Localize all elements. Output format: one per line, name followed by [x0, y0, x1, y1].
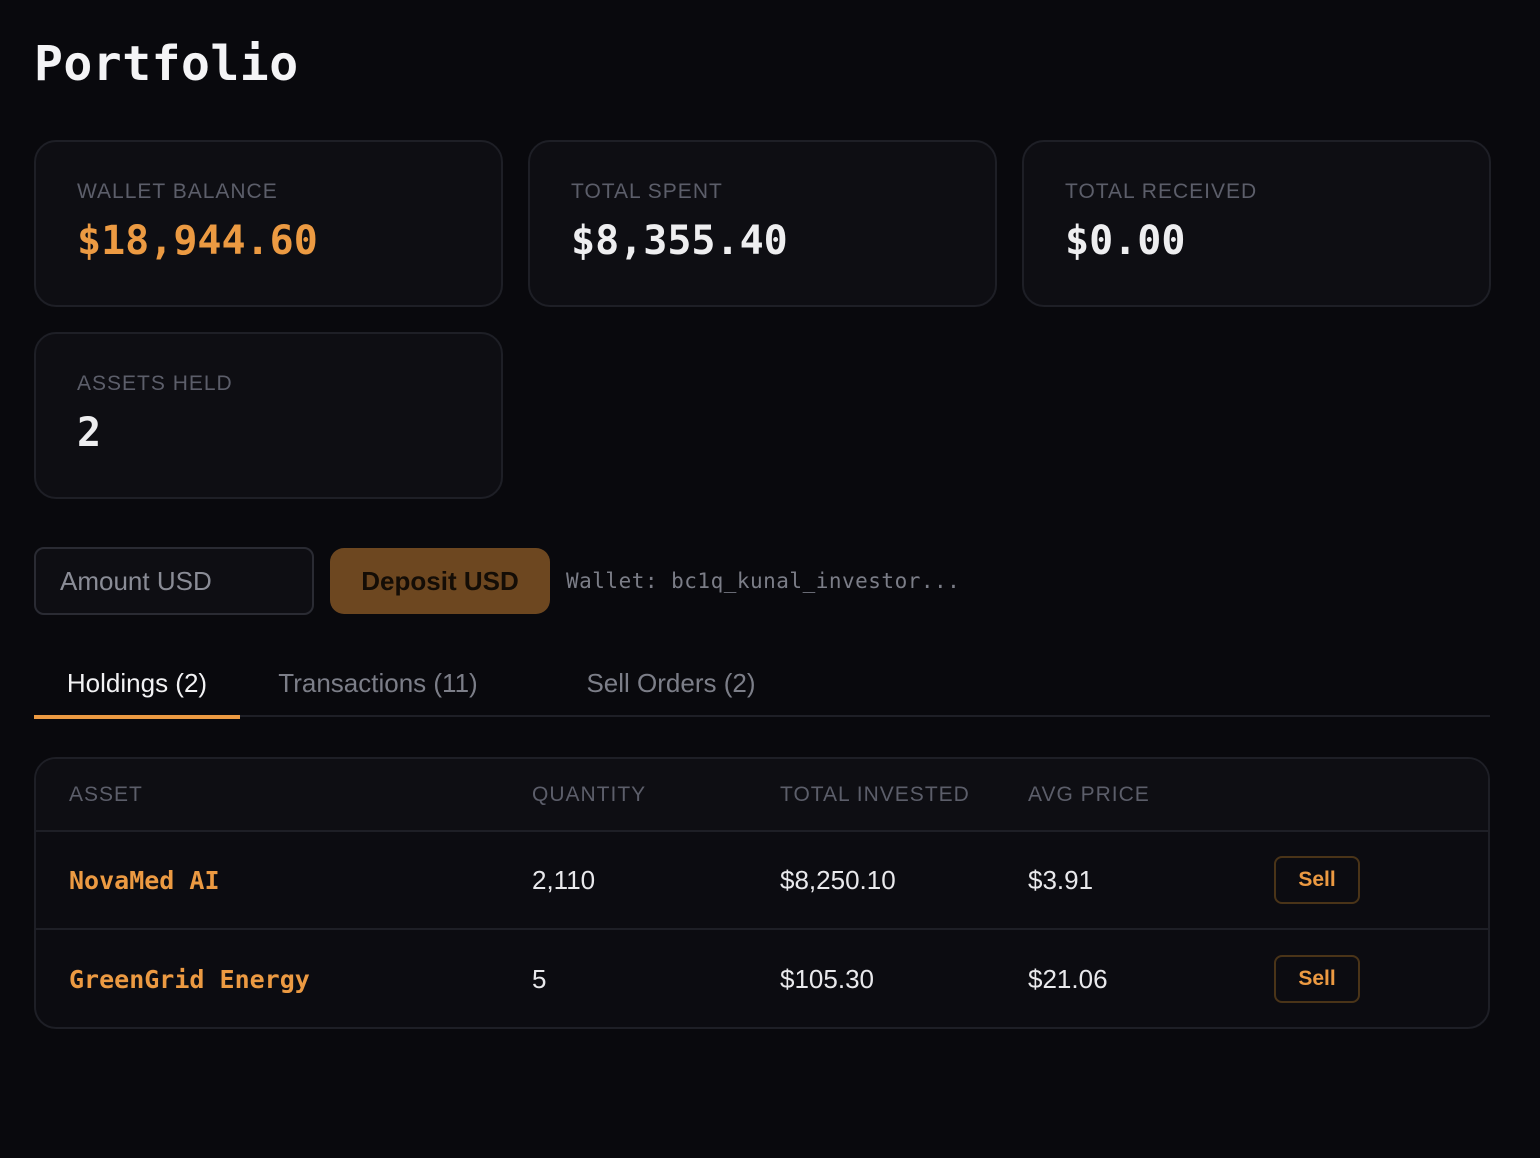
tab-sell-orders[interactable]: Sell Orders (2): [516, 650, 826, 717]
total-spent-value: $8,355.40: [571, 218, 788, 264]
stat-label: TOTAL RECEIVED: [1065, 180, 1258, 203]
tab-transactions[interactable]: Transactions (11): [240, 650, 516, 717]
total-received-value: $0.00: [1065, 218, 1186, 264]
deposit-row: Deposit USD Wallet: bc1q_kunal_investor.…: [34, 547, 960, 615]
stat-label: TOTAL SPENT: [571, 180, 723, 203]
sell-button[interactable]: Sell: [1274, 955, 1360, 1003]
page-title: Portfolio: [34, 36, 299, 92]
total-spent-card: TOTAL SPENT $8,355.40: [528, 140, 997, 307]
quantity-cell: 5: [532, 963, 547, 994]
table-row: NovaMed AI 2,110 $8,250.10 $3.91 Sell: [36, 832, 1488, 930]
portfolio-page: Portfolio WALLET BALANCE $18,944.60 TOTA…: [0, 0, 1540, 1158]
sell-button[interactable]: Sell: [1274, 856, 1360, 904]
wallet-balance-value: $18,944.60: [77, 218, 318, 264]
table-row: GreenGrid Energy 5 $105.30 $21.06 Sell: [36, 930, 1488, 1027]
amount-usd-input[interactable]: [34, 547, 314, 615]
column-header-avg-price: AVG PRICE: [1028, 782, 1150, 806]
asset-name[interactable]: GreenGrid Energy: [69, 965, 310, 994]
avg-price-cell: $3.91: [1028, 864, 1094, 895]
deposit-usd-button[interactable]: Deposit USD: [330, 548, 550, 614]
stat-label: WALLET BALANCE: [77, 180, 278, 203]
column-header-quantity: QUANTITY: [532, 782, 647, 806]
table-header: ASSET QUANTITY TOTAL INVESTED AVG PRICE: [36, 759, 1488, 832]
stat-label: ASSETS HELD: [77, 372, 233, 395]
column-header-asset: ASSET: [69, 782, 143, 806]
stats-grid: WALLET BALANCE $18,944.60 TOTAL SPENT $8…: [34, 140, 1491, 499]
holdings-table: ASSET QUANTITY TOTAL INVESTED AVG PRICE …: [34, 757, 1490, 1029]
total-invested-cell: $8,250.10: [780, 864, 896, 895]
wallet-balance-card: WALLET BALANCE $18,944.60: [34, 140, 503, 307]
total-invested-cell: $105.30: [780, 963, 874, 994]
total-received-card: TOTAL RECEIVED $0.00: [1022, 140, 1491, 307]
tab-holdings[interactable]: Holdings (2): [34, 650, 240, 719]
column-header-total-invested: TOTAL INVESTED: [780, 782, 970, 806]
wallet-address: Wallet: bc1q_kunal_investor...: [566, 569, 961, 593]
avg-price-cell: $21.06: [1028, 963, 1108, 994]
asset-name[interactable]: NovaMed AI: [69, 866, 220, 895]
quantity-cell: 2,110: [532, 864, 596, 895]
assets-held-value: 2: [77, 410, 102, 456]
assets-held-card: ASSETS HELD 2: [34, 332, 503, 499]
portfolio-tabs: Holdings (2) Transactions (11) Sell Orde…: [34, 650, 1490, 719]
